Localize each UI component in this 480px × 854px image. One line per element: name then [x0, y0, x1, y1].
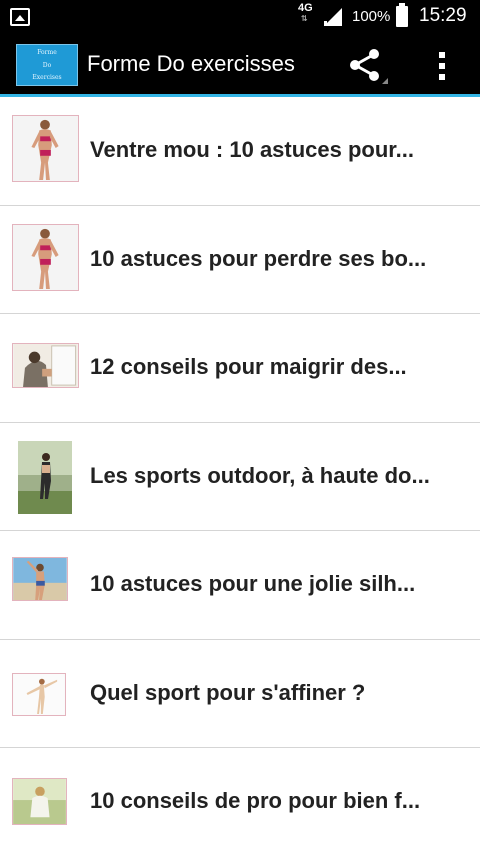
- clock: 15:29: [419, 5, 467, 26]
- logo-text-3: Exercises: [32, 74, 62, 81]
- article-title: 10 conseils de pro pour bien f...: [90, 788, 421, 813]
- article-title: 10 astuces pour une jolie silh...: [90, 571, 416, 596]
- list-item[interactable]: 12 conseils pour maigrir des...: [0, 314, 480, 423]
- woman-beach-photo: [12, 557, 68, 601]
- list-item[interactable]: Les sports outdoor, à haute do...: [0, 422, 480, 531]
- action-bar: Forme Do Exercises Forme Do exercisses: [0, 34, 480, 94]
- article-title: Ventre mou : 10 astuces pour...: [90, 137, 414, 162]
- overflow-menu-icon[interactable]: [430, 48, 454, 84]
- app-title: Forme Do exercisses: [87, 51, 295, 76]
- app-logo[interactable]: Forme Do Exercises: [16, 44, 78, 86]
- woman-stretching-photo: [12, 672, 66, 716]
- woman-lawn-photo: [12, 778, 67, 825]
- signal-icon: [324, 8, 342, 26]
- gallery-icon: [10, 8, 30, 26]
- network-type: 4G ⇅: [298, 2, 313, 24]
- article-title: Quel sport pour s'affiner ?: [90, 679, 366, 705]
- logo-text-2: Do: [42, 62, 52, 69]
- woman-running-outdoor-photo: [18, 440, 72, 514]
- article-title: Les sports outdoor, à haute do...: [90, 462, 430, 488]
- battery-icon: [396, 3, 408, 27]
- woman-window-photo: [12, 343, 79, 388]
- list-item[interactable]: Ventre mou : 10 astuces pour...: [0, 97, 480, 206]
- article-title: 10 astuces pour perdre ses bo...: [90, 245, 427, 271]
- status-bar: 4G ⇅ 100% 15:29: [0, 0, 480, 34]
- list-item[interactable]: 10 conseils de pro pour bien f...: [0, 748, 480, 854]
- woman-bikini-photo: [12, 115, 79, 182]
- woman-bikini-photo: [12, 223, 79, 291]
- article-list[interactable]: Ventre mou : 10 astuces pour... 10 astuc…: [0, 97, 480, 854]
- logo-text-1: Forme: [37, 49, 57, 56]
- list-item[interactable]: 10 astuces pour une jolie silh...: [0, 531, 480, 640]
- list-item[interactable]: 10 astuces pour perdre ses bo...: [0, 205, 480, 314]
- battery-percent: 100%: [352, 8, 391, 25]
- article-title: 12 conseils pour maigrir des...: [90, 354, 407, 379]
- share-icon[interactable]: [346, 46, 390, 86]
- list-item[interactable]: Quel sport pour s'affiner ?: [0, 639, 480, 748]
